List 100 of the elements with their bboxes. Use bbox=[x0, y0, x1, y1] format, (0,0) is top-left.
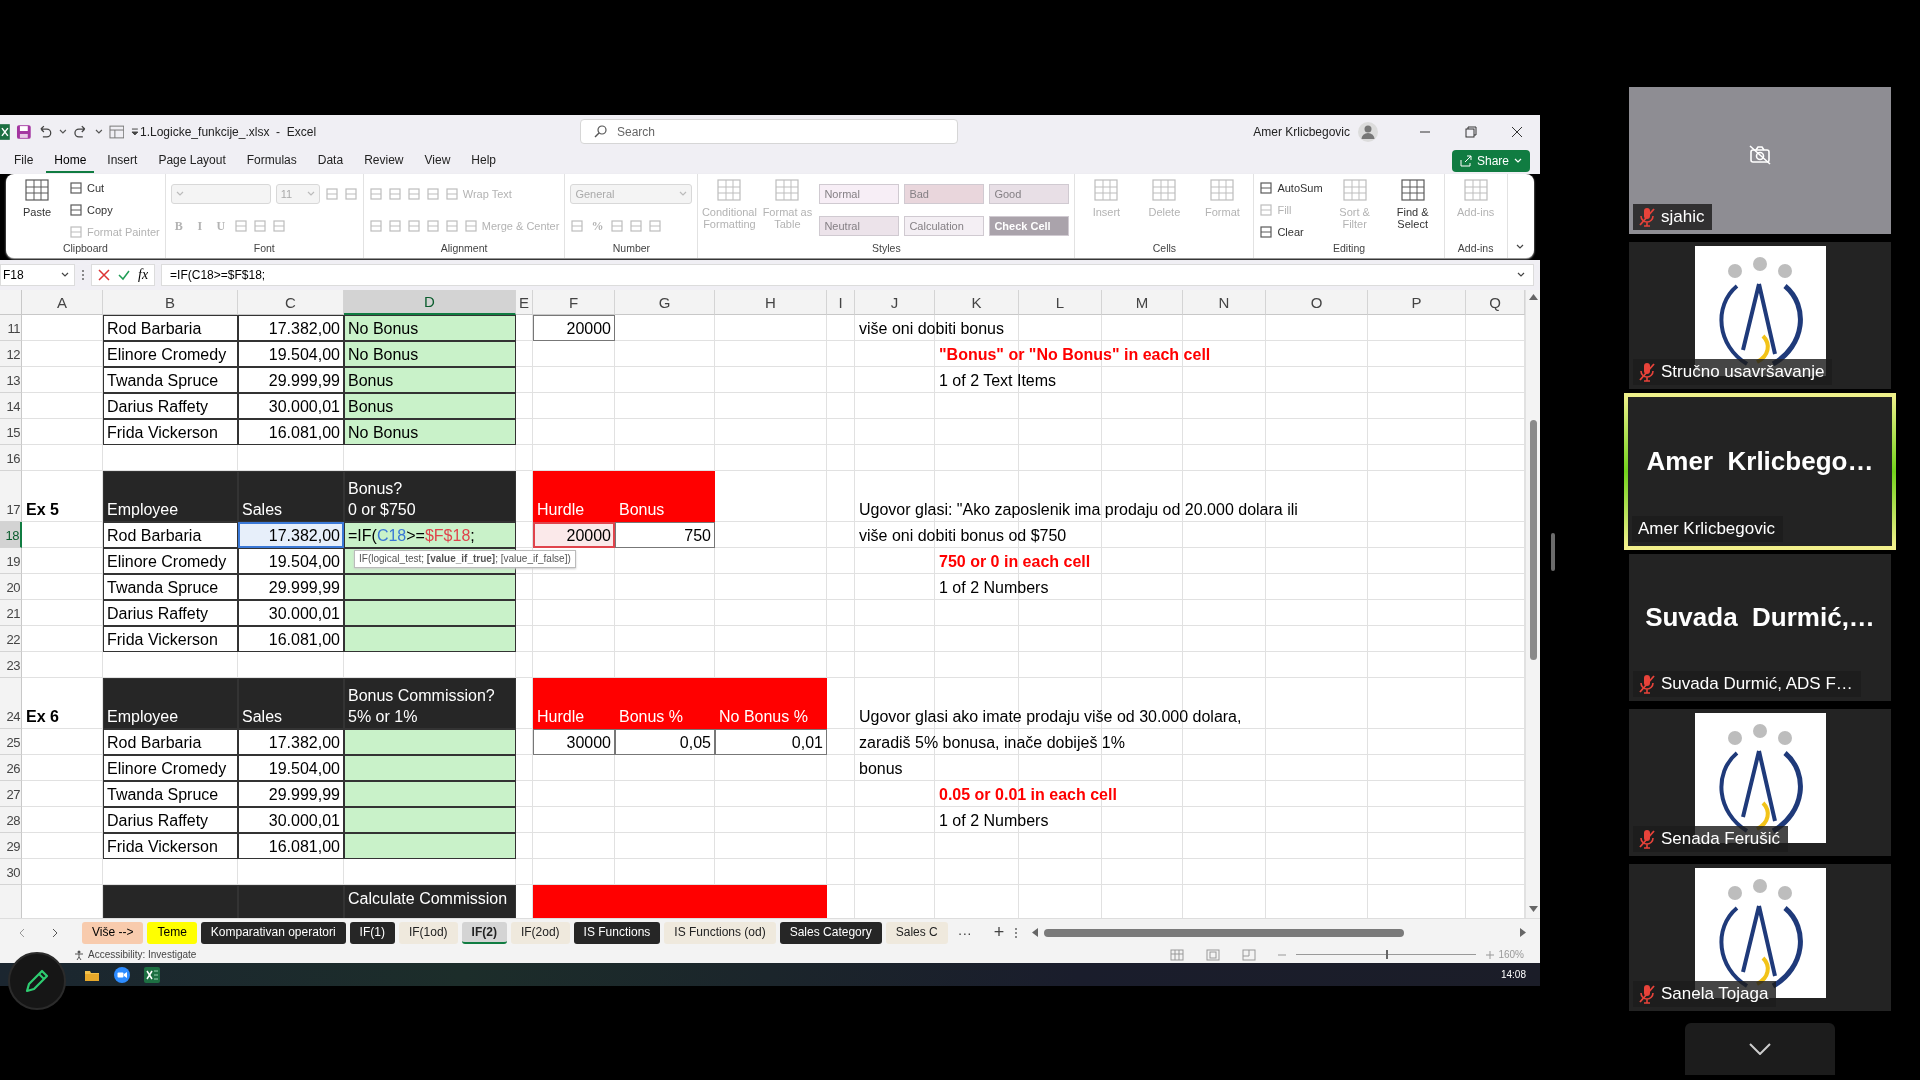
spreadsheet-icon[interactable] bbox=[144, 966, 160, 983]
scroll-up-icon[interactable] bbox=[1529, 294, 1538, 300]
scroll-left-icon[interactable] bbox=[1032, 928, 1039, 937]
scrollbar-thumb[interactable] bbox=[1530, 420, 1537, 660]
column-header[interactable]: B bbox=[103, 290, 238, 315]
row-header[interactable]: 25 bbox=[0, 729, 22, 755]
ribbon-button[interactable]: Cut bbox=[69, 181, 105, 196]
menu-tab[interactable]: Review bbox=[356, 149, 412, 173]
row-header[interactable]: 19 bbox=[0, 548, 22, 574]
column-header[interactable]: E bbox=[516, 290, 533, 315]
row-header[interactable]: 13 bbox=[0, 367, 22, 393]
ribbon-button[interactable]: Find & Select bbox=[1386, 178, 1439, 242]
menu-tab[interactable]: Data bbox=[309, 149, 352, 173]
column-header[interactable]: G bbox=[615, 290, 715, 315]
customize-icon[interactable] bbox=[130, 126, 141, 137]
caret-icon[interactable] bbox=[59, 128, 67, 135]
column-header[interactable]: Q bbox=[1466, 290, 1525, 315]
row-header[interactable]: 28 bbox=[0, 807, 22, 833]
row-header[interactable]: 29 bbox=[0, 833, 22, 859]
formula-field[interactable]: =IF(C18>=$F$18; bbox=[161, 264, 1534, 286]
ribbon-button[interactable]: Copy bbox=[69, 203, 113, 217]
column-header[interactable]: D bbox=[344, 290, 516, 315]
scroll-right-icon[interactable] bbox=[1520, 928, 1526, 937]
share-button[interactable]: Share bbox=[1451, 150, 1530, 172]
accessibility-status[interactable]: Accessibility: Investigate bbox=[88, 949, 197, 960]
video-tile[interactable]: sjahic bbox=[1629, 87, 1891, 234]
row-header[interactable]: 24 bbox=[0, 678, 22, 729]
close-icon[interactable] bbox=[1511, 125, 1523, 138]
row-header[interactable]: 15 bbox=[0, 419, 22, 445]
search-field[interactable]: Search bbox=[580, 119, 958, 144]
more-icon[interactable] bbox=[81, 269, 85, 281]
row-header[interactable]: 12 bbox=[0, 341, 22, 367]
menu-tab[interactable]: Insert bbox=[99, 149, 146, 173]
restore-icon[interactable] bbox=[1465, 125, 1477, 138]
save-icon[interactable] bbox=[15, 123, 32, 140]
avatar-icon[interactable] bbox=[1358, 121, 1378, 142]
video-tile[interactable]: Suvada Durmić,… Suvada Durmić, ADS F… bbox=[1629, 554, 1891, 701]
column-header[interactable]: C bbox=[238, 290, 344, 315]
column-header[interactable]: H bbox=[715, 290, 827, 315]
caret-icon[interactable] bbox=[61, 272, 69, 278]
check-icon[interactable] bbox=[118, 269, 130, 281]
sheet-tab[interactable]: IS Functions (od) bbox=[664, 921, 776, 944]
row-header[interactable]: 20 bbox=[0, 574, 22, 600]
page-break-icon[interactable] bbox=[1242, 948, 1257, 961]
column-header[interactable]: N bbox=[1183, 290, 1266, 315]
page-layout-icon[interactable] bbox=[1206, 948, 1221, 961]
column-header[interactable]: L bbox=[1019, 290, 1102, 315]
row-header[interactable]: 17 bbox=[0, 471, 22, 522]
column-header[interactable]: J bbox=[855, 290, 935, 315]
more-icon[interactable] bbox=[1014, 926, 1019, 939]
column-header[interactable]: K bbox=[935, 290, 1019, 315]
scroll-down-icon[interactable] bbox=[1529, 906, 1538, 912]
row-header[interactable]: 16 bbox=[0, 445, 22, 471]
table-icon[interactable] bbox=[108, 124, 125, 139]
row-header[interactable]: 21 bbox=[0, 600, 22, 626]
caret-icon[interactable] bbox=[1517, 272, 1525, 278]
row-header[interactable]: 30 bbox=[0, 859, 22, 885]
sheet-tab[interactable]: IF(2) bbox=[461, 921, 507, 944]
caret-icon[interactable] bbox=[94, 128, 103, 135]
sheet-tab[interactable]: Teme bbox=[147, 921, 197, 944]
cancel-icon[interactable] bbox=[98, 269, 110, 281]
menu-tab[interactable]: Formulas bbox=[238, 149, 305, 173]
undo-icon[interactable] bbox=[37, 123, 54, 140]
normal-view-icon[interactable] bbox=[1170, 948, 1185, 961]
menu-tab[interactable]: File bbox=[6, 149, 42, 173]
menu-tab[interactable]: View bbox=[416, 149, 459, 173]
sheet-tab[interactable]: IS Functions bbox=[573, 921, 661, 944]
zoom-slider-thumb[interactable] bbox=[1386, 950, 1389, 959]
sheet-tab[interactable]: IF(1od) bbox=[398, 921, 458, 944]
sheet-tab[interactable]: Sales Category bbox=[779, 921, 882, 944]
accessibility-icon[interactable] bbox=[74, 949, 84, 960]
column-header[interactable]: F bbox=[533, 290, 615, 315]
video-tile[interactable]: Sanela Tojaga bbox=[1629, 864, 1891, 1011]
add-sheet-button[interactable]: + bbox=[987, 922, 1011, 943]
sheet-tab[interactable]: Sales C bbox=[885, 921, 948, 944]
sheet-tab[interactable]: IF(1) bbox=[349, 921, 395, 944]
column-header[interactable]: I bbox=[827, 290, 855, 315]
more-tabs-button[interactable]: ··· bbox=[951, 924, 978, 941]
video-tile[interactable]: Senada Ferušić bbox=[1629, 709, 1891, 856]
next-icon[interactable] bbox=[51, 927, 59, 938]
sheet-tab[interactable]: Komparativan operatori bbox=[200, 921, 346, 944]
column-header[interactable]: A bbox=[22, 290, 103, 315]
sheet-tab[interactable]: IF(2od) bbox=[510, 921, 570, 944]
previous-icon[interactable] bbox=[17, 927, 25, 938]
zoom-in-icon[interactable] bbox=[1486, 950, 1495, 959]
column-header[interactable]: M bbox=[1102, 290, 1183, 315]
video-tile[interactable]: Stručno usavršavanje bbox=[1629, 242, 1891, 389]
caret-icon[interactable] bbox=[1516, 244, 1524, 250]
user-name[interactable]: Amer Krlicbegovic bbox=[1253, 124, 1350, 139]
menu-tab[interactable]: Page Layout bbox=[150, 149, 234, 173]
resize-handle[interactable] bbox=[1550, 533, 1555, 571]
insert-function-button[interactable]: fx bbox=[138, 267, 149, 283]
row-header[interactable]: 14 bbox=[0, 393, 22, 419]
row-header[interactable]: 26 bbox=[0, 755, 22, 781]
ribbon-button[interactable]: Clear bbox=[1259, 224, 1304, 239]
row-header[interactable]: 18 bbox=[0, 522, 22, 548]
scrollbar-thumb[interactable] bbox=[1044, 928, 1405, 937]
row-header[interactable]: 23 bbox=[0, 652, 22, 678]
video-tile[interactable]: Amer Krlicbego… Amer Krlicbegovic bbox=[1624, 393, 1896, 550]
column-header[interactable]: O bbox=[1266, 290, 1368, 315]
